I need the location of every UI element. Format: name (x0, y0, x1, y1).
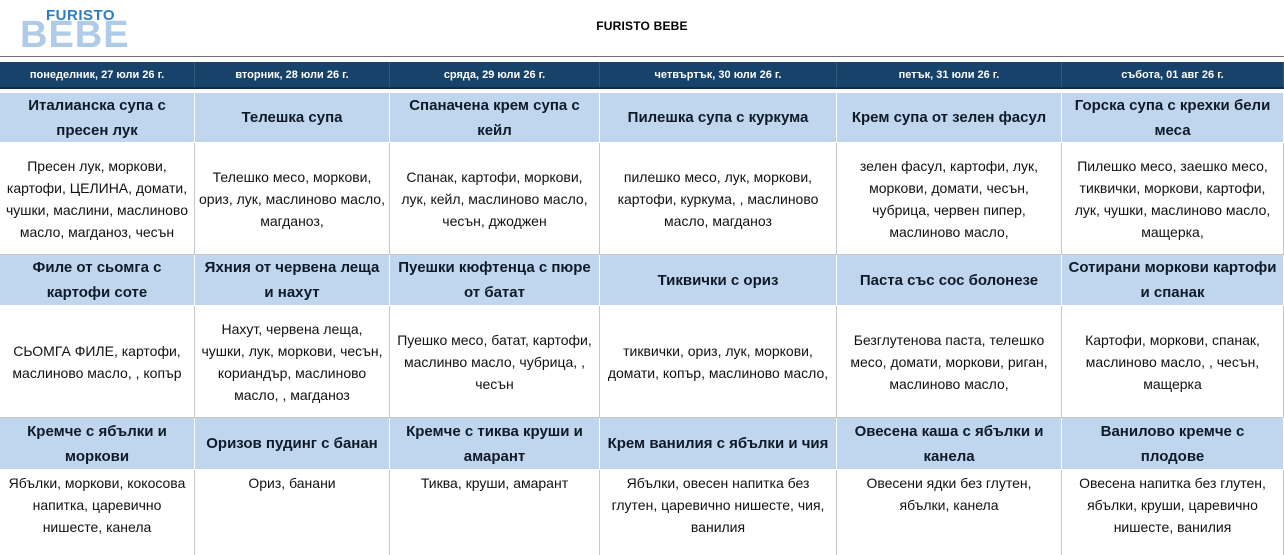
dish-title: Пуешки кюфтенца с пюре от батат (390, 255, 600, 306)
day-header-monday: понеделник, 27 юли 26 г. (0, 62, 195, 87)
dish-title: Кремче с ябълки и моркови (0, 418, 195, 470)
dish-ingredients: Тиква, круши, амарант (390, 470, 600, 555)
dish-title: Овесена каша с ябълки и канела (837, 418, 1062, 470)
day-header-friday: петък, 31 юли 26 г. (837, 62, 1062, 87)
dessert-ingredients-row: Ябълки, моркови, кокосова напитка, царев… (0, 470, 1284, 555)
day-header-wednesday: сряда, 29 юли 26 г. (390, 62, 600, 87)
dish-ingredients: Овесена напитка без глутен, ябълки, круш… (1062, 470, 1284, 555)
soup-title-row: Италианска супа с пресен лук Телешка суп… (0, 93, 1284, 143)
dish-ingredients: Пилешко месо, заешко месо, тиквички, мор… (1062, 143, 1284, 255)
dish-ingredients: Пресен лук, моркови, картофи, ЦЕЛИНА, до… (0, 143, 195, 255)
dish-title: Ванилово кремче с плодове (1062, 418, 1284, 470)
day-header-bar: понеделник, 27 юли 26 г. вторник, 28 юли… (0, 62, 1284, 89)
dish-ingredients: Картофи, моркови, спанак, маслиново масл… (1062, 306, 1284, 418)
dish-title: Телешка супа (195, 93, 390, 143)
dish-title: Крем супа от зелен фасул (837, 93, 1062, 143)
header-divider (0, 56, 1284, 57)
dish-title: Паста със сос болонезе (837, 255, 1062, 306)
dish-title: Кремче с тиква круши и амарант (390, 418, 600, 470)
dish-title: Яхния от червена леща и нахут (195, 255, 390, 306)
main-ingredients-row: СЬОМГА ФИЛЕ, картофи, маслиново масло, ,… (0, 306, 1284, 418)
dish-ingredients: Спанак, картофи, моркови, лук, кейл, мас… (390, 143, 600, 255)
dish-title: Филе от сьомга с картофи соте (0, 255, 195, 306)
dish-ingredients: зелен фасул, картофи, лук, моркови, дома… (837, 143, 1062, 255)
day-header-thursday: четвъртък, 30 юли 26 г. (600, 62, 837, 87)
dish-ingredients: пилешко месо, лук, моркови, картофи, кур… (600, 143, 837, 255)
page-title: FURISTO BEBE (596, 19, 688, 33)
dish-ingredients: Нахут, червена леща, чушки, лук, моркови… (195, 306, 390, 418)
dish-ingredients: Телешко месо, моркови, ориз, лук, маслин… (195, 143, 390, 255)
menu-grid: Италианска супа с пресен лук Телешка суп… (0, 93, 1284, 555)
dish-title: Оризов пудинг с банан (195, 418, 390, 470)
dish-ingredients: тиквички, ориз, лук, моркови, домати, ко… (600, 306, 837, 418)
dish-ingredients: Пуешко месо, батат, картофи, маслинво ма… (390, 306, 600, 418)
dish-title: Горска супа с крехки бели меса (1062, 93, 1284, 143)
dessert-title-row: Кремче с ябълки и моркови Оризов пудинг … (0, 418, 1284, 470)
day-header-tuesday: вторник, 28 юли 26 г. (195, 62, 390, 87)
dish-ingredients: Овесени ядки без глутен, ябълки, канела (837, 470, 1062, 555)
dish-title: Тиквички с ориз (600, 255, 837, 306)
soup-ingredients-row: Пресен лук, моркови, картофи, ЦЕЛИНА, до… (0, 143, 1284, 255)
dish-title: Италианска супа с пресен лук (0, 93, 195, 143)
day-header-saturday: събота, 01 авг 26 г. (1062, 62, 1284, 87)
dish-ingredients: Ябълки, моркови, кокосова напитка, царев… (0, 470, 195, 555)
dish-ingredients: Ябълки, овесен напитка без глутен, царев… (600, 470, 837, 555)
dish-title: Крем ванилия с ябълки и чия (600, 418, 837, 470)
dish-ingredients: Ориз, банани (195, 470, 390, 555)
dish-ingredients: Безглутенова паста, телешко месо, домати… (837, 306, 1062, 418)
dish-title: Сотирани моркови картофи и спанак (1062, 255, 1284, 306)
dish-ingredients: СЬОМГА ФИЛЕ, картофи, маслиново масло, ,… (0, 306, 195, 418)
dish-title: Пилешка супа с куркума (600, 93, 837, 143)
dish-title: Спаначена крем супа с кейл (390, 93, 600, 143)
main-title-row: Филе от сьомга с картофи соте Яхния от ч… (0, 255, 1284, 306)
